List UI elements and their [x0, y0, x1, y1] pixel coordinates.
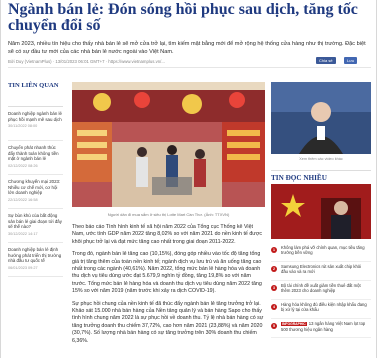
- most-read-illustration: [271, 184, 371, 239]
- most-read-item[interactable]: 5 INFOGRAPHIC 13 ngân hàng Việt Nam lọt t…: [271, 319, 371, 338]
- rank-number: 4: [271, 304, 277, 310]
- supermarket-photo-illustration: [72, 82, 265, 207]
- most-read-item-title[interactable]: Bộ tài chính đề xuất giảm tiền thuê đất …: [281, 283, 369, 294]
- related-item-date: 02/12/2022 08:26: [8, 163, 38, 168]
- photo-caption: Người dân đi mua sắm ở siêu thị Lotte Ma…: [107, 212, 230, 217]
- infographic-badge: INFOGRAPHIC: [281, 322, 307, 326]
- article-paragraph: Trong đó, ngành bán lẻ tăng cao (10,15%)…: [72, 251, 262, 295]
- related-item-date: 22/12/2022 16:58: [8, 197, 38, 202]
- most-read-item-title[interactable]: INFOGRAPHIC 13 ngân hàng Việt Nam lọt top…: [281, 321, 369, 333]
- related-item-title[interactable]: Doanh nghiệp ngành bán lẻ phục hồi mạnh …: [8, 111, 63, 122]
- related-item[interactable]: Chuyển phát nhanh thúc đẩy thành toán kh…: [8, 141, 63, 175]
- video-thumbnail[interactable]: [271, 82, 371, 154]
- article-title: Ngành bán lẻ: Đón sóng hồi phục sau dịch…: [8, 1, 358, 34]
- related-news: TIN LIÊN QUAN Doanh nghiệp ngành bán lẻ …: [8, 82, 63, 277]
- video-caption[interactable]: Xem thêm các video khác: [271, 157, 371, 161]
- rank-number: 3: [271, 285, 277, 291]
- article-sapo: Năm 2023, nhiều tín hiệu cho thấy nhà bá…: [8, 41, 366, 55]
- most-read-item[interactable]: 1 Không làm phá vỡ chính quan, mục tiêu …: [271, 243, 371, 262]
- related-item-title[interactable]: Chuyển phát nhanh thúc đẩy thành toán kh…: [8, 145, 63, 162]
- rank-number: 2: [271, 266, 277, 272]
- article-body: Theo báo cáo Tình hình kinh tế xã hội nă…: [72, 224, 265, 350]
- related-news-title: TIN LIÊN QUAN: [8, 82, 63, 107]
- rank-number: 5: [271, 323, 277, 329]
- rank-number: 1: [271, 247, 277, 253]
- related-item[interactable]: Doanh nghiệp ngành bán lẻ phục hồi mạnh …: [8, 107, 63, 141]
- related-item-title[interactable]: Doanh nghiệp bán lẻ định hướng phát triể…: [8, 247, 63, 264]
- related-item-date: 30/12/2022 14:17: [8, 231, 38, 236]
- related-item-title[interactable]: Sự bùn khủ của bất động sản bán lẻ giai …: [8, 213, 63, 230]
- article-meta: Bởi Duy (VietnamPlus) · 13/01/2023 06:01…: [8, 59, 165, 64]
- related-item[interactable]: Sự bùn khủ của bất động sản bán lẻ giai …: [8, 209, 63, 243]
- article-paragraph: Theo báo cáo Tình hình kinh tế xã hội nă…: [72, 224, 262, 245]
- most-read-item-title[interactable]: Hàng hóa không đủ điều kiện nhập khẩu đa…: [281, 302, 369, 313]
- article-page: Ngành bán lẻ: Đón sóng hồi phục sau dịch…: [0, 0, 377, 358]
- article-photo[interactable]: [72, 82, 265, 207]
- most-read-item[interactable]: 2 Samsung Electronics rút sản xuất chip …: [271, 262, 371, 281]
- divider: [8, 67, 371, 68]
- related-item[interactable]: Doanh nghiệp bán lẻ định hướng phát triể…: [8, 243, 63, 277]
- related-item-title[interactable]: Chương khuyến mại 2023: Nhiều cơ chế mới…: [8, 179, 63, 196]
- related-item[interactable]: Chương khuyến mại 2023: Nhiều cơ chế mới…: [8, 175, 63, 209]
- facebook-share-button[interactable]: Chia sẻ: [316, 57, 336, 64]
- most-read-item[interactable]: 3 Bộ tài chính đề xuất giảm tiền thuê đấ…: [271, 281, 371, 300]
- most-read-list: 1 Không làm phá vỡ chính quan, mục tiêu …: [271, 243, 371, 338]
- related-item-date: 06/01/2023 09:27: [8, 265, 38, 270]
- article-paragraph: Sự phục hồi chung của nền kinh tế đã thú…: [72, 300, 264, 344]
- most-read-item-title[interactable]: Không làm phá vỡ chính quan, mục tiêu tă…: [281, 245, 369, 256]
- most-read-title: TIN ĐỌC NHIỀU: [271, 170, 371, 182]
- most-read-item-title[interactable]: Samsung Electronics rút sản xuất chip kh…: [281, 264, 369, 275]
- most-read-item[interactable]: 4 Hàng hóa không đủ điều kiện nhập khẩu …: [271, 300, 371, 319]
- save-button[interactable]: Lưu: [344, 57, 358, 64]
- video-thumbnail-illustration: [271, 82, 371, 154]
- related-item-date: 30/11/2022 08:00: [8, 124, 38, 129]
- most-read-image[interactable]: [271, 184, 371, 239]
